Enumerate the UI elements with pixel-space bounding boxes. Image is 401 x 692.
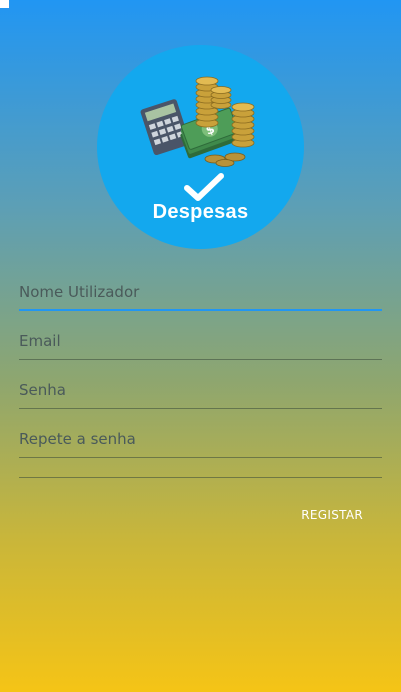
password-underline xyxy=(19,408,382,409)
status-bar-corner xyxy=(0,0,9,8)
username-input[interactable] xyxy=(19,278,382,306)
extra-underline xyxy=(19,477,382,478)
password-input[interactable] xyxy=(19,376,382,404)
checkmark-icon xyxy=(184,173,224,201)
email-underline xyxy=(19,359,382,360)
money-calculator-coins-icon: $ xyxy=(140,76,255,167)
password-field-container xyxy=(19,368,382,417)
app-logo: $ Despesas xyxy=(97,45,304,249)
repeat-password-input[interactable] xyxy=(19,425,382,453)
repeat-password-field-container xyxy=(19,417,382,466)
username-field-container xyxy=(19,270,382,319)
email-field-container xyxy=(19,319,382,368)
username-underline xyxy=(19,309,382,311)
repeat-password-underline xyxy=(19,457,382,458)
register-button[interactable]: REGISTAR xyxy=(301,508,363,522)
extra-field-container xyxy=(19,466,382,486)
register-form xyxy=(19,270,382,486)
logo-text: Despesas xyxy=(152,201,249,223)
email-input[interactable] xyxy=(19,327,382,355)
